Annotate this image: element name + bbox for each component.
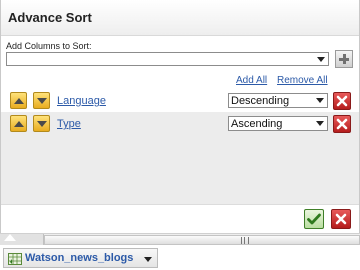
move-down-button[interactable] bbox=[33, 92, 50, 109]
arrow-down-icon bbox=[36, 97, 47, 104]
cancel-button[interactable] bbox=[331, 209, 351, 229]
add-column-button[interactable] bbox=[335, 50, 353, 68]
sort-direction-select[interactable]: Descending bbox=[228, 93, 328, 108]
sort-rows: Language Descending Type Ascending bbox=[1, 89, 359, 204]
sheet-tab-label: Watson_news_blogs bbox=[25, 252, 134, 264]
dialog-footer bbox=[1, 204, 359, 233]
add-all-link[interactable]: Add All bbox=[236, 75, 267, 86]
dialog-title: Advance Sort bbox=[8, 10, 92, 25]
delete-x-icon bbox=[336, 95, 348, 107]
delete-x-icon bbox=[336, 118, 348, 130]
chevron-down-icon bbox=[313, 117, 327, 129]
sort-row: Language Descending bbox=[1, 89, 359, 112]
sheet-tab-bar: Watson_news_blogs bbox=[0, 245, 360, 270]
move-up-button[interactable] bbox=[10, 92, 27, 109]
arrow-up-icon bbox=[13, 97, 24, 104]
scrollbar-thumb[interactable] bbox=[44, 235, 360, 245]
close-x-icon bbox=[335, 213, 347, 225]
arrow-up-icon bbox=[13, 120, 24, 127]
grip-icon bbox=[241, 237, 249, 244]
sort-direction-value: Descending bbox=[231, 95, 290, 107]
add-column-select[interactable] bbox=[6, 52, 329, 66]
sort-column-link[interactable]: Language bbox=[57, 95, 106, 107]
chevron-down-icon bbox=[314, 53, 328, 65]
horizontal-scrollbar[interactable] bbox=[0, 233, 360, 246]
chevron-down-icon[interactable] bbox=[144, 257, 152, 262]
checkmark-icon bbox=[307, 213, 321, 225]
arrow-down-icon bbox=[36, 120, 47, 127]
dialog-header: Advance Sort bbox=[1, 0, 359, 36]
sort-row: Type Ascending bbox=[1, 112, 359, 135]
sort-direction-value: Ascending bbox=[231, 118, 283, 130]
sort-column-link[interactable]: Type bbox=[57, 118, 81, 130]
sort-direction-select[interactable]: Ascending bbox=[228, 116, 328, 131]
remove-all-link[interactable]: Remove All bbox=[277, 75, 328, 86]
delete-row-button[interactable] bbox=[333, 92, 351, 110]
delete-row-button[interactable] bbox=[333, 115, 351, 133]
sheet-icon bbox=[8, 253, 22, 265]
move-down-button[interactable] bbox=[33, 115, 50, 132]
chevron-down-icon bbox=[313, 94, 327, 106]
add-columns-label: Add Columns to Sort: bbox=[6, 41, 92, 51]
move-up-button[interactable] bbox=[10, 115, 27, 132]
ok-button[interactable] bbox=[304, 209, 324, 229]
advance-sort-dialog: Advance Sort Add Columns to Sort: Add Al… bbox=[0, 0, 360, 233]
sheet-tab[interactable]: Watson_news_blogs bbox=[3, 248, 158, 268]
